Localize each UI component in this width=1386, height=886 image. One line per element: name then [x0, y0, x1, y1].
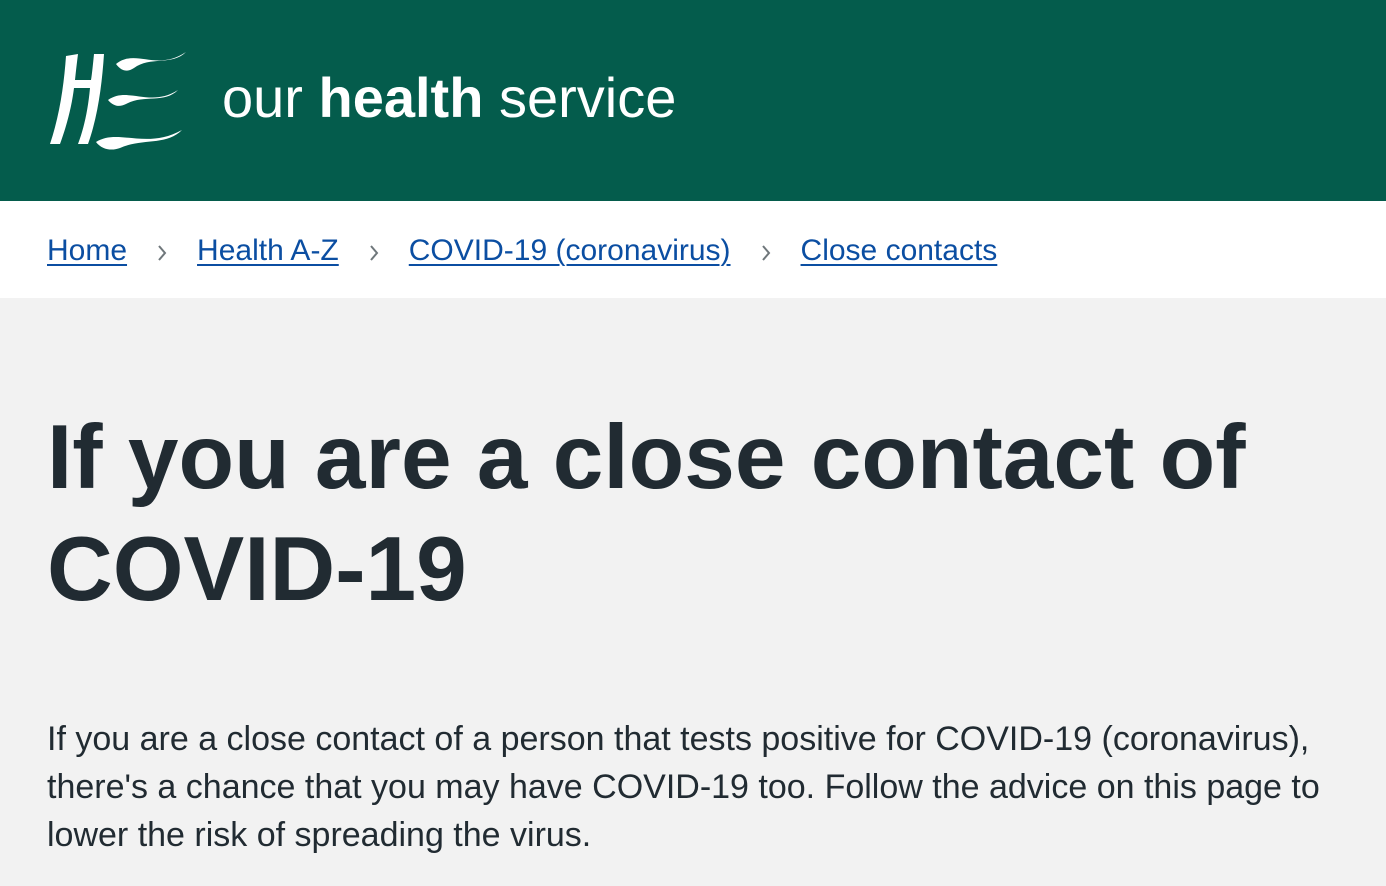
chevron-right-icon: [339, 232, 409, 270]
chevron-right-icon: [731, 232, 801, 270]
page-title: If you are a close contact of COVID-19: [47, 407, 1246, 620]
hse-logo-icon: [50, 52, 186, 150]
site-header: our health service: [0, 0, 1386, 201]
breadcrumb-health-a-z[interactable]: Health A-Z: [197, 232, 339, 270]
breadcrumb: Home Health A-Z COVID-19 (coronavirus) C…: [47, 232, 997, 270]
tagline-suffix: service: [483, 66, 677, 129]
breadcrumb-home[interactable]: Home: [47, 232, 127, 270]
tagline-bold: health: [318, 66, 484, 129]
hse-logo[interactable]: [46, 44, 190, 154]
site-tagline: our health service: [222, 66, 676, 130]
tagline-prefix: our: [222, 66, 319, 129]
intro-paragraph: If you are a close contact of a person t…: [47, 720, 1320, 854]
breadcrumb-close-contacts[interactable]: Close contacts: [801, 232, 998, 270]
chevron-right-icon: [127, 232, 197, 270]
breadcrumb-covid-19[interactable]: COVID-19 (coronavirus): [409, 232, 731, 270]
